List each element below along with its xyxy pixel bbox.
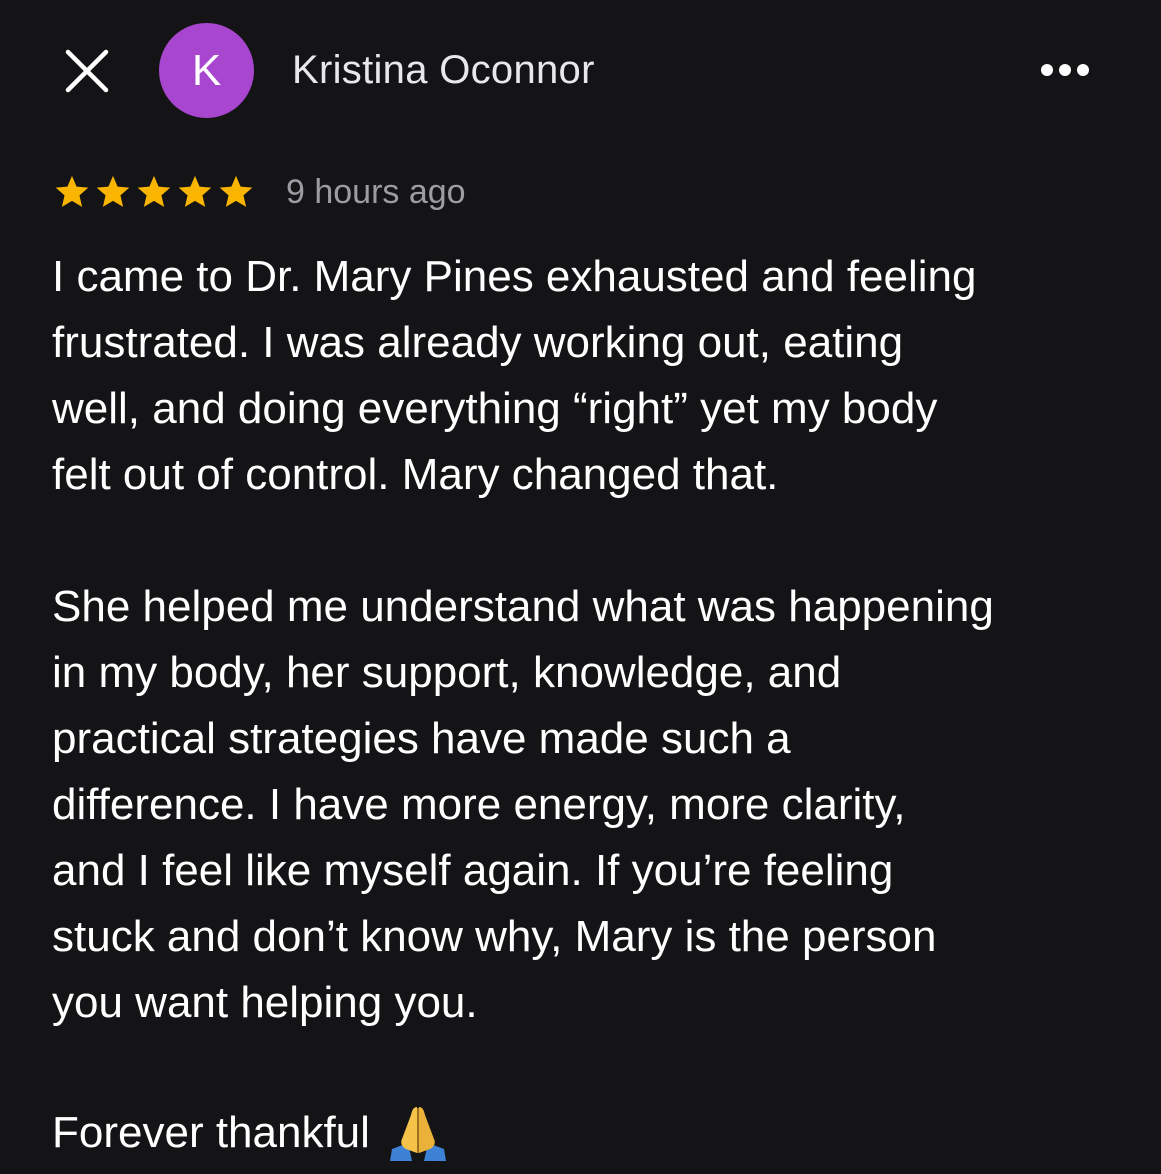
close-icon (65, 49, 109, 93)
more-options-icon (1041, 64, 1089, 76)
closing-text: Forever thankful (52, 1108, 370, 1157)
author-name[interactable]: Kristina Oconnor (292, 48, 595, 93)
rating-row: 9 hours ago (53, 168, 466, 216)
star-icon (219, 175, 253, 207)
review-paragraph-2: She helped me understand what was happen… (52, 582, 994, 1027)
star-icon (137, 175, 171, 207)
more-options-button[interactable] (1030, 52, 1100, 88)
avatar-letter: K (191, 45, 222, 95)
review-paragraph-1: I came to Dr. Mary Pines exhausted and f… (52, 252, 977, 499)
star-icon (178, 175, 212, 207)
review-text: I came to Dr. Mary Pines exhausted and f… (52, 244, 1112, 1036)
review-closing: Forever thankful (52, 1100, 450, 1166)
avatar[interactable]: K (159, 23, 254, 118)
star-icon (55, 175, 89, 207)
close-button[interactable] (60, 48, 114, 94)
review-time: 9 hours ago (286, 172, 466, 211)
star-rating (53, 173, 258, 211)
review-header: K Kristina Oconnor (0, 0, 1161, 140)
folded-hands-icon (389, 1107, 446, 1161)
star-icon (96, 175, 130, 207)
